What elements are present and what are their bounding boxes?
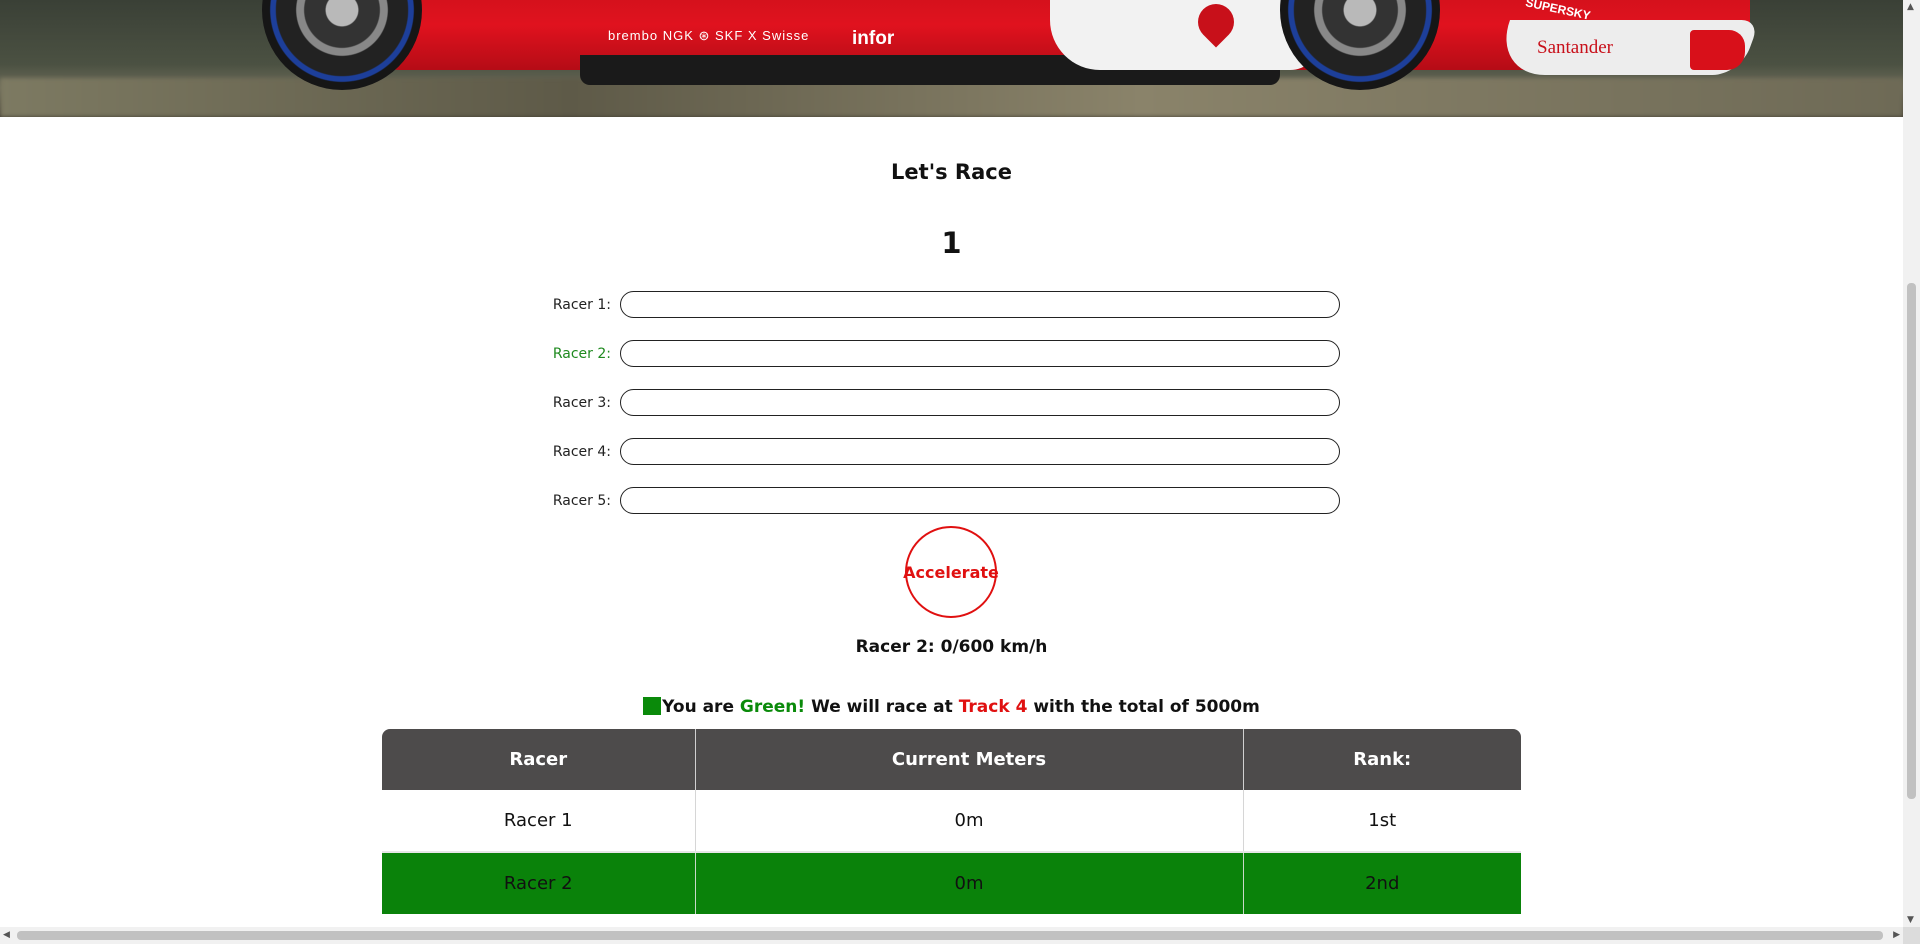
- racer-label-2: Racer 2:: [552, 346, 611, 362]
- speed-readout: Racer 2: 0/600 km/h: [855, 637, 1048, 657]
- sponsor-santander: Santander: [1537, 37, 1613, 58]
- page-title: Let's Race: [891, 160, 1012, 184]
- horizontal-scrollbar[interactable]: ◀ ▶: [0, 927, 1903, 944]
- vertical-scrollbar[interactable]: ▲ ▼: [1903, 0, 1920, 927]
- column-header-rank: Rank:: [1243, 729, 1521, 790]
- racer-label-4: Racer 4:: [552, 444, 611, 460]
- racer-label-3: Racer 3:: [552, 395, 611, 411]
- car-front-wheel: [1280, 0, 1440, 90]
- cell-rank: 1st: [1243, 790, 1521, 853]
- car-rear-wheel: [262, 0, 422, 90]
- vertical-scroll-thumb[interactable]: [1907, 283, 1916, 799]
- sponsor-infor: infor: [852, 28, 895, 49]
- scroll-left-arrow-icon[interactable]: ◀: [3, 930, 10, 940]
- cell-rank: 2nd: [1243, 852, 1521, 914]
- player-color-name: Green!: [739, 697, 806, 717]
- track-name: Track 4: [958, 697, 1028, 717]
- accelerate-button[interactable]: Accelerate: [903, 526, 999, 618]
- cell-racer: Racer 2: [382, 852, 696, 914]
- table-row-current-player: Racer 2 0m 2nd: [382, 852, 1521, 914]
- scrollbar-corner: [1903, 927, 1920, 944]
- racer-input-1[interactable]: [620, 291, 1340, 318]
- race-page: brembo NGK ⊛ SKF X Swisse infor Santande…: [0, 0, 1920, 944]
- info-middle: We will race at: [805, 697, 959, 717]
- info-prefix: You are: [662, 697, 740, 717]
- racer-input-4[interactable]: [620, 438, 1340, 465]
- car-wing-endplate: [1690, 30, 1745, 70]
- racer-row-2: Racer 2:: [540, 340, 1345, 370]
- cell-racer: Racer 1: [382, 790, 696, 853]
- cell-meters: 0m: [695, 852, 1244, 914]
- racer-label-5: Racer 5:: [552, 493, 611, 509]
- racer-label-1: Racer 1:: [552, 297, 611, 313]
- racer-row-4: Racer 4:: [540, 438, 1345, 468]
- player-color-swatch: [643, 697, 662, 715]
- sponsor-logos: brembo NGK ⊛ SKF X Swisse: [608, 28, 810, 43]
- race-info: You are Green! We will race at Track 4 w…: [0, 697, 1903, 717]
- scroll-down-arrow-icon[interactable]: ▼: [1907, 915, 1914, 925]
- table-header-row: Racer Current Meters Rank:: [382, 729, 1521, 790]
- column-header-racer: Racer: [382, 729, 696, 790]
- racer-input-3[interactable]: [620, 389, 1340, 416]
- scroll-up-arrow-icon[interactable]: ▲: [1907, 2, 1914, 12]
- column-header-meters: Current Meters: [695, 729, 1244, 790]
- hero-banner-image: brembo NGK ⊛ SKF X Swisse infor Santande…: [0, 0, 1903, 117]
- info-suffix: with the total of 5000m: [1027, 697, 1260, 717]
- scroll-right-arrow-icon[interactable]: ▶: [1893, 930, 1900, 940]
- horizontal-scroll-thumb[interactable]: [17, 931, 1883, 940]
- racer-input-2[interactable]: [620, 340, 1340, 367]
- racer-row-5: Racer 5:: [540, 487, 1345, 517]
- racer-row-3: Racer 3:: [540, 389, 1345, 419]
- racer-input-5[interactable]: [620, 487, 1340, 514]
- leaderboard-table: Racer Current Meters Rank: Racer 1 0m 1s…: [382, 729, 1521, 914]
- table-row: Racer 1 0m 1st: [382, 790, 1521, 853]
- racer-row-1: Racer 1:: [540, 291, 1345, 321]
- countdown-counter: 1: [941, 226, 962, 260]
- cell-meters: 0m: [695, 790, 1244, 853]
